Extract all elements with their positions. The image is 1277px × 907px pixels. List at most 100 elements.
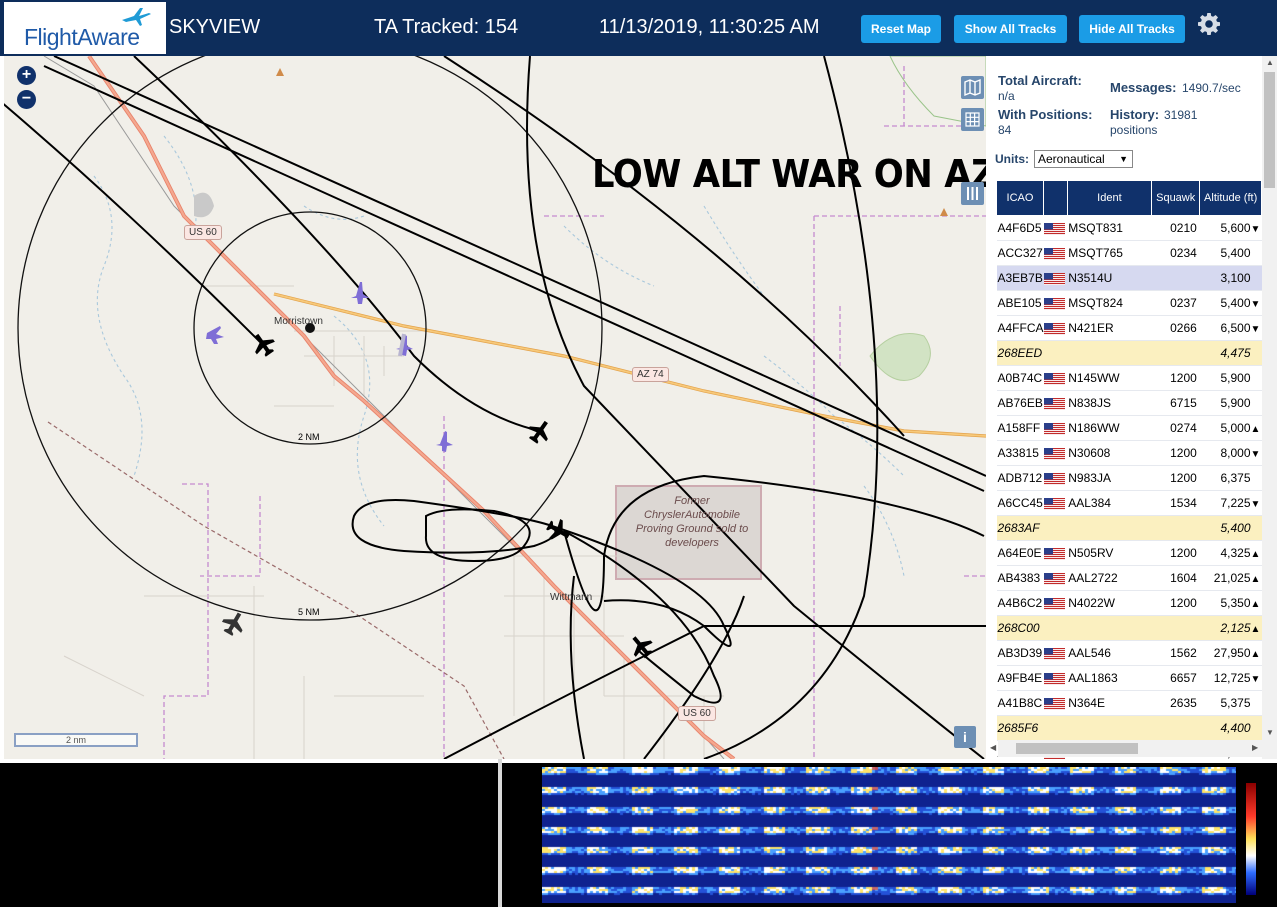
- icao-cell: 2685F6: [996, 715, 1044, 741]
- table-row[interactable]: A158FF N186WW 0274 5,000▲: [996, 415, 1262, 441]
- col-header-icao[interactable]: ICAO: [995, 180, 1045, 216]
- flag-cell: [1043, 315, 1068, 341]
- road-label-us60-south: US 60: [678, 706, 716, 721]
- zoom-in-button[interactable]: +: [17, 66, 36, 85]
- table-row[interactable]: 2685F6 4,400: [996, 715, 1262, 741]
- ident-cell: N364E: [1067, 690, 1152, 716]
- table-row[interactable]: ADB712 N983JA 1200 6,375: [996, 465, 1262, 491]
- altitude-cell: 5,900: [1199, 390, 1262, 416]
- table-row[interactable]: ACC327 MSQT765 0234 5,400: [996, 240, 1262, 266]
- show-all-tracks-button[interactable]: Show All Tracks: [954, 15, 1067, 43]
- top-header: FlightAware SKYVIEW TA Tracked: 154 11/1…: [0, 0, 1277, 56]
- squawk-cell: 1200: [1151, 590, 1200, 616]
- table-row[interactable]: A3EB7B N3514U 3,100: [996, 265, 1262, 291]
- range-ring-5nm: [17, 56, 603, 621]
- total-aircraft-label: Total Aircraft:: [998, 73, 1082, 88]
- columns-toggle-button[interactable]: [961, 182, 984, 205]
- with-positions-value: 84: [998, 123, 1012, 137]
- flag-cell: [1043, 690, 1068, 716]
- altitude-trend-icon: ▲: [1250, 624, 1261, 635]
- altitude-cell: 5,400▼: [1199, 290, 1262, 316]
- chevron-down-icon: ▼: [1119, 154, 1128, 164]
- us-flag-icon: [1043, 272, 1065, 285]
- peak-marker-2: [940, 208, 948, 216]
- altitude-cell: 5,900: [1199, 365, 1262, 391]
- icao-cell: A64E0E: [996, 540, 1044, 566]
- altitude-cell: 12,725▼: [1199, 665, 1262, 691]
- tracked-count: TA Tracked: 154: [374, 16, 519, 38]
- altitude-trend-icon: ▲: [1250, 599, 1261, 610]
- altitude-cell: 4,325▲: [1199, 540, 1262, 566]
- altitude-value: 5,400: [1220, 521, 1251, 535]
- table-row[interactable]: A0B74C N145WW 1200 5,900: [996, 365, 1262, 391]
- reset-map-button[interactable]: Reset Map: [861, 15, 941, 43]
- aircraft-sidebar: Total Aircraft: n/a Messages: 1490.7/sec…: [986, 56, 1277, 759]
- flag-cell: [1043, 415, 1068, 441]
- col-header-squawk[interactable]: Squawk: [1151, 180, 1201, 216]
- us-flag-icon: [1043, 697, 1065, 710]
- flag-cell: [1043, 715, 1068, 741]
- flightaware-logo[interactable]: FlightAware: [4, 2, 166, 54]
- table-row[interactable]: A6CC45 AAL384 1534 7,225▼: [996, 490, 1262, 516]
- icao-cell: AB76EB: [996, 390, 1044, 416]
- squawk-cell: [1151, 265, 1200, 291]
- squawk-cell: [1151, 340, 1200, 366]
- aircraft-icon-3: [206, 326, 224, 344]
- scroll-up-icon[interactable]: ▲: [1266, 58, 1274, 67]
- green-area: [869, 333, 931, 381]
- table-row[interactable]: A4F6D5 MSQT831 0210 5,600▼: [996, 215, 1262, 241]
- table-row[interactable]: AB76EB N838JS 6715 5,900: [996, 390, 1262, 416]
- scroll-right-icon[interactable]: ▶: [1252, 743, 1258, 752]
- col-header-altitude[interactable]: Altitude (ft): [1199, 180, 1262, 216]
- aircraft-icon-7: [546, 518, 570, 540]
- table-row[interactable]: AB3D39 AAL546 1562 27,950▲: [996, 640, 1262, 666]
- us-flag-icon: [1043, 447, 1065, 460]
- waterfall-colorbar: [1246, 783, 1256, 895]
- flag-cell: [1043, 515, 1068, 541]
- columns-icon: [967, 187, 978, 200]
- table-row[interactable]: 268EED 4,475: [996, 340, 1262, 366]
- map-view[interactable]: LOW ALT WAR ON AZ + − US 60 US 60 AZ 74 …: [4, 56, 986, 759]
- scroll-left-icon[interactable]: ◀: [990, 743, 996, 752]
- map-layers-button[interactable]: [961, 76, 984, 99]
- altitude-value: 5,350: [1220, 596, 1251, 610]
- table-row[interactable]: 2683AF 5,400: [996, 515, 1262, 541]
- altitude-value: 27,950: [1213, 646, 1251, 660]
- us-flag-icon: [1043, 247, 1065, 260]
- us-flag-icon: [1043, 472, 1065, 485]
- col-header-flag[interactable]: [1043, 180, 1068, 216]
- table-row[interactable]: 268C00 2,125▲: [996, 615, 1262, 641]
- col-header-ident[interactable]: Ident: [1066, 180, 1153, 216]
- grid-toggle-button[interactable]: [961, 108, 984, 131]
- table-row[interactable]: A33815 N30608 1200 8,000▼: [996, 440, 1262, 466]
- ident-cell: N838JS: [1067, 390, 1152, 416]
- table-row[interactable]: A41B8C N364E 2635 5,375: [996, 690, 1262, 716]
- table-row[interactable]: A64E0E N505RV 1200 4,325▲: [996, 540, 1262, 566]
- wash-lines: [93, 135, 905, 577]
- table-row[interactable]: AB4383 AAL2722 1604 21,025▲: [996, 565, 1262, 591]
- gear-icon[interactable]: [1197, 12, 1221, 36]
- units-select[interactable]: Aeronautical ▼: [1034, 150, 1133, 168]
- table-row[interactable]: A4B6C2 N4022W 1200 5,350▲: [996, 590, 1262, 616]
- ident-cell: N505RV: [1067, 540, 1152, 566]
- flag-cell: [1043, 290, 1068, 316]
- hide-all-tracks-button[interactable]: Hide All Tracks: [1079, 15, 1185, 43]
- scroll-down-icon[interactable]: ▼: [1266, 728, 1274, 737]
- squawk-cell: 0266: [1151, 315, 1200, 341]
- table-row[interactable]: A4FFCA N421ER 0266 6,500▼: [996, 315, 1262, 341]
- horizontal-scroll-thumb[interactable]: [1016, 743, 1138, 754]
- ring-label-5nm: 5 NM: [298, 607, 320, 617]
- units-label: Units:: [995, 152, 1029, 166]
- icao-cell: AB4383: [996, 565, 1044, 591]
- altitude-trend-icon: ▼: [1250, 449, 1261, 460]
- table-row[interactable]: ABE105 MSQT824 0237 5,400▼: [996, 290, 1262, 316]
- flag-cell: [1043, 440, 1068, 466]
- vertical-scroll-thumb[interactable]: [1264, 72, 1275, 188]
- table-row[interactable]: A9FB4E AAL1863 6657 12,725▼: [996, 665, 1262, 691]
- icao-cell: A41B8C: [996, 690, 1044, 716]
- squawk-cell: 1200: [1151, 540, 1200, 566]
- info-button[interactable]: i: [954, 726, 976, 748]
- flag-cell: [1043, 240, 1068, 266]
- messages-label: Messages:: [1110, 80, 1177, 95]
- zoom-out-button[interactable]: −: [17, 90, 36, 109]
